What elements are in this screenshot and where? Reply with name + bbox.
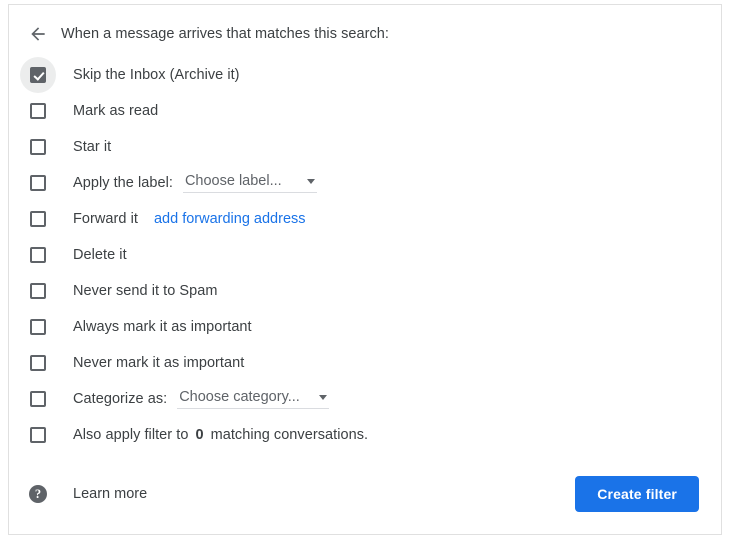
page-title: When a message arrives that matches this… bbox=[61, 26, 389, 42]
action-row-never-send-spam: Never send it to Spam bbox=[9, 273, 721, 309]
checkbox-box bbox=[30, 211, 46, 227]
checkbox-star-it[interactable] bbox=[29, 138, 47, 156]
action-row-skip-inbox: Skip the Inbox (Archive it) bbox=[9, 57, 721, 93]
action-label-categorize-as: Categorize as: bbox=[73, 391, 168, 407]
card-footer: ? Learn more Create filter bbox=[9, 454, 721, 534]
learn-more-link[interactable]: ? Learn more bbox=[29, 485, 147, 503]
checkbox-box bbox=[30, 283, 46, 299]
checkbox-box bbox=[30, 247, 46, 263]
action-label-always-important: Always mark it as important bbox=[73, 319, 252, 335]
chevron-down-icon bbox=[306, 178, 315, 184]
action-row-delete-it: Delete it bbox=[9, 237, 721, 273]
checkbox-delete-it[interactable] bbox=[29, 246, 47, 264]
checkbox-box bbox=[30, 391, 46, 407]
action-label-never-important: Never mark it as important bbox=[73, 355, 245, 371]
checkbox-never-send-spam[interactable] bbox=[29, 282, 47, 300]
create-filter-card: When a message arrives that matches this… bbox=[8, 4, 722, 535]
checkbox-box bbox=[30, 175, 46, 191]
checkbox-always-important[interactable] bbox=[29, 318, 47, 336]
checkbox-forward-it[interactable] bbox=[29, 210, 47, 228]
label-select[interactable]: Choose label... bbox=[182, 173, 317, 193]
checkbox-also-apply-filter[interactable] bbox=[29, 426, 47, 444]
add-forwarding-address-link[interactable]: add forwarding address bbox=[154, 211, 306, 227]
learn-more-label: Learn more bbox=[73, 486, 148, 502]
help-circle-icon: ? bbox=[29, 485, 47, 503]
matching-conversations-count: 0 bbox=[195, 427, 204, 443]
action-label-star-it: Star it bbox=[73, 139, 112, 155]
filter-actions-list: Skip the Inbox (Archive it) Mark as read… bbox=[9, 41, 721, 453]
chevron-down-icon bbox=[319, 394, 328, 400]
category-select[interactable]: Choose category... bbox=[177, 389, 330, 409]
action-row-categorize-as: Categorize as: Choose category... bbox=[9, 381, 721, 417]
card-header: When a message arrives that matches this… bbox=[9, 5, 721, 42]
action-label-also-apply-filter: Also apply filter to 0 matching conversati… bbox=[73, 427, 368, 443]
checkbox-box bbox=[30, 355, 46, 371]
arrow-left-icon[interactable] bbox=[25, 21, 51, 47]
action-row-forward-it: Forward it add forwarding address bbox=[9, 201, 721, 237]
checkbox-categorize-as[interactable] bbox=[29, 390, 47, 408]
checkbox-never-important[interactable] bbox=[29, 354, 47, 372]
action-row-star-it: Star it bbox=[9, 129, 721, 165]
action-label-apply-label: Apply the label: bbox=[73, 175, 173, 191]
checkbox-apply-label[interactable] bbox=[29, 174, 47, 192]
also-apply-prefix: Also apply filter to bbox=[73, 427, 189, 443]
checkbox-mark-as-read[interactable] bbox=[29, 102, 47, 120]
checkbox-box bbox=[30, 103, 46, 119]
checkbox-box bbox=[30, 319, 46, 335]
action-label-delete-it: Delete it bbox=[73, 247, 127, 263]
checkbox-skip-inbox[interactable] bbox=[29, 66, 47, 84]
action-label-skip-inbox: Skip the Inbox (Archive it) bbox=[73, 67, 240, 83]
checkbox-box bbox=[30, 427, 46, 443]
checkbox-box-checked bbox=[30, 67, 46, 83]
action-label-never-send-spam: Never send it to Spam bbox=[73, 283, 218, 299]
checkbox-box bbox=[30, 139, 46, 155]
action-label-mark-as-read: Mark as read bbox=[73, 103, 159, 119]
category-select-value: Choose category... bbox=[179, 389, 300, 405]
label-select-value: Choose label... bbox=[184, 173, 282, 189]
action-row-also-apply-filter: Also apply filter to 0 matching conversati… bbox=[9, 417, 721, 453]
create-filter-button[interactable]: Create filter bbox=[575, 476, 699, 512]
action-row-always-important: Always mark it as important bbox=[9, 309, 721, 345]
action-row-mark-as-read: Mark as read bbox=[9, 93, 721, 129]
action-row-never-important: Never mark it as important bbox=[9, 345, 721, 381]
also-apply-suffix: matching conversations. bbox=[210, 427, 369, 443]
action-label-forward-it: Forward it bbox=[73, 211, 138, 227]
action-row-apply-label: Apply the label: Choose label... bbox=[9, 165, 721, 201]
